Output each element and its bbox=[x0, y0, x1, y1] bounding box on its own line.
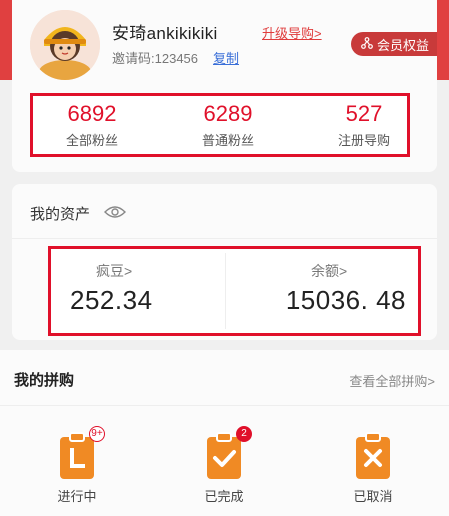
stat-value: 6892 bbox=[67, 101, 117, 126]
clipboard-check-icon: 2 bbox=[204, 426, 252, 480]
avatar-cartoon-icon bbox=[30, 10, 100, 80]
balance-label: 余额 bbox=[311, 263, 339, 279]
invite-code-text: 邀请码:123456 bbox=[112, 48, 198, 67]
share-nodes-icon bbox=[361, 36, 373, 52]
fan-stats-panel: 6892 全部粉丝 6289 普通粉丝 527 注册导购 bbox=[30, 93, 410, 157]
beans-link[interactable]: 疯豆> bbox=[96, 261, 132, 281]
invite-code-value: 123456 bbox=[154, 51, 199, 66]
order-count-badge: 9+ bbox=[89, 426, 105, 442]
divider bbox=[225, 253, 226, 329]
stat-label: 全部粉丝 bbox=[65, 133, 118, 148]
stat-regular-fans[interactable]: 6289 普通粉丝 bbox=[183, 100, 273, 149]
beans-value: 252.34 bbox=[70, 285, 153, 315]
username: 安琦ankikikiki bbox=[112, 24, 218, 43]
stat-label: 注册导购 bbox=[337, 133, 390, 148]
stat-registered-guides[interactable]: 527 注册导购 bbox=[319, 100, 409, 149]
avatar[interactable] bbox=[30, 10, 100, 80]
upgrade-guide-label: 升级导购 bbox=[262, 26, 315, 41]
stat-label: 普通粉丝 bbox=[201, 133, 254, 148]
clipboard-l-icon: 9+ bbox=[57, 426, 105, 480]
stat-value: 6289 bbox=[203, 101, 253, 126]
stat-all-fans[interactable]: 6892 全部粉丝 bbox=[47, 100, 137, 149]
divider bbox=[12, 238, 437, 239]
eye-icon[interactable] bbox=[104, 204, 126, 224]
view-all-label: 查看全部拼购 bbox=[349, 374, 428, 389]
member-benefits-button[interactable]: 会员权益 bbox=[351, 32, 437, 56]
order-status-label: 进行中 bbox=[57, 489, 97, 504]
order-count-badge: 2 bbox=[236, 426, 252, 442]
order-completed[interactable]: 2 已完成 bbox=[184, 426, 264, 505]
group-buy-title: 我的拼购 bbox=[14, 372, 75, 389]
copy-invite-code-button[interactable]: 复制 bbox=[213, 48, 239, 67]
beans-label: 疯豆 bbox=[96, 263, 124, 279]
member-benefits-label: 会员权益 bbox=[377, 37, 430, 53]
assets-panel: 疯豆> 252.34 余额> 15036. 48 bbox=[48, 246, 421, 336]
chevron-right-icon: > bbox=[124, 263, 133, 279]
chevron-right-icon: > bbox=[339, 263, 348, 279]
order-status-label: 已取消 bbox=[353, 489, 393, 504]
stat-value: 527 bbox=[345, 101, 383, 126]
invite-code-label: 邀请码: bbox=[112, 51, 155, 66]
balance-link[interactable]: 余额> bbox=[311, 261, 347, 281]
assets-title: 我的资产 bbox=[30, 206, 91, 223]
clipboard-x-icon bbox=[353, 432, 393, 480]
balance-value: 15036. 48 bbox=[285, 285, 406, 315]
divider bbox=[0, 405, 449, 406]
order-cancelled[interactable]: 已取消 bbox=[333, 432, 413, 505]
view-all-group-buy-link[interactable]: 查看全部拼购> bbox=[349, 371, 435, 390]
chevron-right-icon: > bbox=[314, 26, 322, 41]
order-status-label: 已完成 bbox=[204, 489, 244, 504]
upgrade-guide-link[interactable]: 升级导购> bbox=[262, 23, 322, 42]
order-in-progress[interactable]: 9+ 进行中 bbox=[37, 426, 117, 505]
chevron-right-icon: > bbox=[427, 374, 435, 389]
